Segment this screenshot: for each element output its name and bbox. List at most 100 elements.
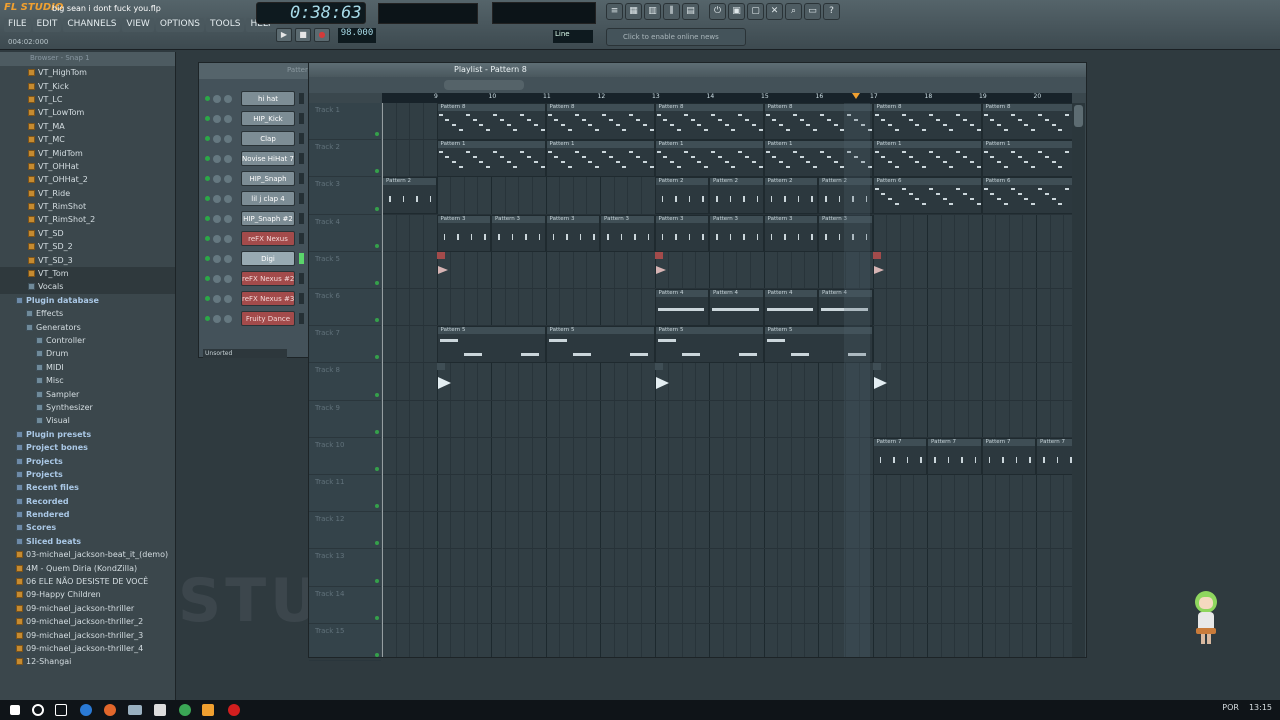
menu-view[interactable]: VIEW	[122, 18, 154, 32]
browser-folder[interactable]: Synthesizer	[0, 401, 175, 414]
browser-category[interactable]: Projects	[0, 454, 175, 467]
clip-header[interactable]	[436, 251, 445, 259]
render-icon[interactable]: ▣	[728, 3, 745, 20]
pattern-clip[interactable]: Pattern 4	[654, 289, 709, 326]
track-mute-icon[interactable]	[375, 206, 379, 211]
menu-options[interactable]: OPTIONS	[155, 18, 205, 32]
track-mute-icon[interactable]	[375, 132, 379, 137]
record-button[interactable]: ●	[314, 28, 330, 42]
browser-file[interactable]: 09-michael_jackson-thriller_4	[0, 642, 175, 655]
track-header[interactable]: Track 10	[309, 438, 381, 475]
recorder-icon[interactable]	[228, 704, 240, 716]
browser-file[interactable]: VT_RimShot	[0, 200, 175, 213]
pan-knob[interactable]	[213, 95, 221, 103]
power-icon[interactable]: ⏻	[709, 3, 726, 20]
volume-knob[interactable]	[224, 115, 232, 123]
clock[interactable]: 13:15	[1249, 703, 1272, 712]
vertical-scroll-thumb[interactable]	[1074, 105, 1083, 127]
mute-led-icon[interactable]	[205, 156, 210, 161]
pan-knob[interactable]	[213, 275, 221, 283]
tempo-display[interactable]: 98.000	[338, 28, 376, 43]
channel-button[interactable]: reFX Nexus	[241, 231, 295, 246]
pan-knob[interactable]	[213, 135, 221, 143]
play-button[interactable]: ▶	[276, 28, 292, 42]
mixer-icon[interactable]: ⫼	[663, 3, 680, 20]
pattern-clip[interactable]: Pattern 6	[981, 177, 1072, 215]
clip-header[interactable]	[872, 363, 881, 371]
pattern-clip[interactable]: Pattern 6	[872, 177, 982, 215]
pan-knob[interactable]	[213, 195, 221, 203]
volume-knob[interactable]	[224, 235, 232, 243]
track-header[interactable]: Track 9	[309, 401, 381, 438]
tools-icon[interactable]: ✕	[766, 3, 783, 20]
pattern-clip[interactable]	[872, 251, 885, 289]
help-icon[interactable]: ?	[823, 3, 840, 20]
mute-led-icon[interactable]	[205, 116, 210, 121]
channel-button[interactable]: reFX Nexus #3	[241, 291, 295, 306]
pattern-clip[interactable]: Pattern 8	[872, 103, 982, 140]
track-header[interactable]: Track 7	[309, 326, 381, 364]
volume-knob[interactable]	[224, 155, 232, 163]
browser-file[interactable]: VT_RimShot_2	[0, 213, 175, 226]
playhead[interactable]	[382, 103, 383, 657]
save-icon[interactable]: ▢	[747, 3, 764, 20]
browser-file[interactable]: VT_HighTom	[0, 66, 175, 79]
chrome-icon[interactable]	[179, 704, 191, 716]
mute-led-icon[interactable]	[205, 176, 210, 181]
edge-icon[interactable]	[80, 704, 92, 716]
mute-led-icon[interactable]	[205, 136, 210, 141]
online-news-panel[interactable]: Click to enable online news	[606, 28, 746, 46]
channel-select-led[interactable]	[299, 253, 304, 264]
mute-led-icon[interactable]	[205, 216, 210, 221]
channel-button[interactable]: Digi	[241, 251, 295, 266]
pattern-clip[interactable]: Pattern 2	[654, 177, 709, 215]
pattern-clip[interactable]: Pattern 3	[763, 214, 818, 252]
browser-category[interactable]: Recent files	[0, 481, 175, 494]
clip-header[interactable]	[654, 363, 663, 371]
browser-file[interactable]: 09-michael_jackson-thriller_3	[0, 628, 175, 641]
pattern-clip[interactable]: Pattern 1	[981, 140, 1072, 178]
pattern-clip[interactable]: Pattern 3	[545, 214, 600, 252]
pan-knob[interactable]	[213, 215, 221, 223]
horizontal-scrollbar[interactable]	[444, 80, 524, 90]
track-header[interactable]: Track 14	[309, 587, 381, 624]
track-mute-icon[interactable]	[375, 243, 379, 248]
pattern-clip[interactable]: Pattern 5	[654, 326, 764, 364]
channel-button[interactable]: Clap	[241, 131, 295, 146]
pattern-clip[interactable]: Pattern 5	[545, 326, 655, 364]
volume-knob[interactable]	[224, 315, 232, 323]
browser-category[interactable]: Plugin presets	[0, 428, 175, 441]
volume-knob[interactable]	[224, 195, 232, 203]
channel-select-led[interactable]	[299, 153, 304, 164]
track-mute-icon[interactable]	[375, 652, 379, 657]
mute-led-icon[interactable]	[205, 236, 210, 241]
pattern-clip[interactable]: Pattern 3	[491, 214, 546, 252]
track-mute-icon[interactable]	[375, 429, 379, 434]
mute-led-icon[interactable]	[205, 96, 210, 101]
clip-header[interactable]	[872, 251, 881, 259]
channel-select-led[interactable]	[299, 293, 304, 304]
volume-knob[interactable]	[224, 175, 232, 183]
pattern-clip[interactable]: Pattern 3	[600, 214, 655, 252]
mute-led-icon[interactable]	[205, 196, 210, 201]
clipboard-icon[interactable]: ▭	[804, 3, 821, 20]
pan-knob[interactable]	[213, 315, 221, 323]
track-header[interactable]: Track 6	[309, 289, 381, 327]
channel-button[interactable]: hi hat	[241, 91, 295, 106]
track-header[interactable]: Track 1	[309, 103, 381, 141]
volume-knob[interactable]	[224, 295, 232, 303]
browser-category[interactable]: Sliced beats	[0, 535, 175, 548]
channel-select-led[interactable]	[299, 173, 304, 184]
browser-file[interactable]: 03-michael_jackson-beat_it_(demo)	[0, 548, 175, 561]
windows-start-icon[interactable]	[10, 705, 20, 715]
track-header[interactable]: Track 15	[309, 624, 381, 661]
pan-knob[interactable]	[213, 175, 221, 183]
browser-file[interactable]: VT_MC	[0, 133, 175, 146]
volume-knob[interactable]	[224, 95, 232, 103]
track-mute-icon[interactable]	[375, 504, 379, 509]
mute-led-icon[interactable]	[205, 316, 210, 321]
channel-button[interactable]: Fruity Dance	[241, 311, 295, 326]
menu-edit[interactable]: EDIT	[32, 18, 62, 32]
pattern-clip[interactable]: Pattern 3	[709, 214, 764, 252]
pattern-clip[interactable]: Pattern 7	[981, 437, 1036, 475]
